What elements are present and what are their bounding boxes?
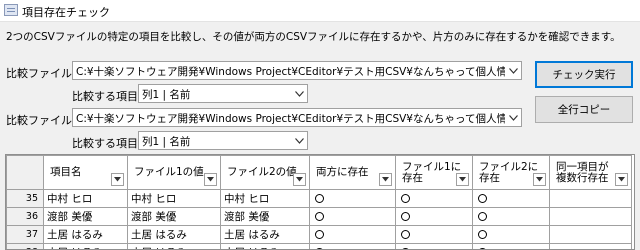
column-header-label: ファイル1に — [402, 160, 462, 173]
column-header-label: 項目名 — [50, 166, 82, 178]
column-header-label: ファイル2に — [479, 160, 539, 173]
filter-dropdown-icon[interactable] — [533, 173, 546, 186]
cell-file1-value: 土居 はるみ — [127, 225, 221, 244]
cell-only1 — [395, 225, 473, 244]
circle-mark-icon — [315, 212, 324, 221]
row-number[interactable]: 35 — [6, 189, 44, 208]
cell-duplicate — [549, 189, 632, 208]
cell-both — [309, 189, 396, 208]
column-header-label: 存在 — [479, 171, 500, 184]
cell-only1 — [395, 243, 473, 249]
cell-only2 — [472, 243, 550, 249]
file2-path-select[interactable]: C:¥十楽ソフトウェア開発¥Windows Project¥CEditor¥テス… — [72, 108, 522, 127]
window-title: 項目存在チェック — [22, 6, 110, 19]
circle-mark-icon — [478, 230, 487, 239]
file1-path-value: C:¥十楽ソフトウェア開発¥Windows Project¥CEditor¥テス… — [76, 66, 522, 78]
check-run-button[interactable]: チェック実行 — [535, 61, 633, 88]
column-header-file2-only[interactable]: ファイル2に 存在 — [472, 155, 550, 190]
column-header-label: ファイル2の値 — [227, 166, 297, 178]
circle-mark-icon — [478, 212, 487, 221]
table-row[interactable]: 38土居 はるみ土居 はるみ土居 はるみ — [6, 243, 632, 249]
file1-item-value: 列1 | 名前 — [142, 89, 191, 101]
file1-path-select[interactable]: C:¥十楽ソフトウェア開発¥Windows Project¥CEditor¥テス… — [72, 61, 522, 80]
table-row[interactable]: 37 土居 はるみ 土居 はるみ 土居 はるみ — [6, 225, 632, 244]
filter-dropdown-icon[interactable] — [615, 173, 628, 186]
column-header-label: ファイル1の値 — [134, 166, 204, 178]
cell-duplicate — [549, 225, 632, 244]
description-text: 2つのCSVファイルの特定の項目を比較し、その値が両方のCSVファイルに存在する… — [6, 31, 621, 43]
cell-item-name: 土居 はるみ — [43, 243, 128, 249]
column-header-duplicate-rows[interactable]: 同一項目が 複数行存在 — [549, 155, 632, 190]
filter-dropdown-icon[interactable] — [204, 173, 217, 186]
column-header-file1-only[interactable]: ファイル1に 存在 — [395, 155, 473, 190]
file2-label: 比較ファイル2 — [6, 114, 79, 127]
corner-header — [6, 155, 44, 190]
file1-label: 比較ファイル1 — [6, 67, 79, 80]
cell-only2 — [472, 207, 550, 226]
header-row: 項目名 ファイル1の値 ファイル2の値 両方に存在 ファイル1に 存在 ファイル2に 存在 同一… — [6, 155, 632, 190]
filter-dropdown-icon[interactable] — [111, 173, 124, 186]
cell-item-name: 中村 ヒロ — [43, 189, 128, 208]
file1-item-label: 比較する項目 — [72, 90, 138, 103]
results-table: 項目名 ファイル1の値 ファイル2の値 両方に存在 ファイル1に 存在 ファイル2に 存在 同一… — [6, 155, 632, 249]
chevron-down-icon[interactable] — [505, 62, 521, 79]
circle-mark-icon — [401, 212, 410, 221]
cell-file1-value: 中村 ヒロ — [127, 189, 221, 208]
chevron-down-icon[interactable] — [291, 132, 307, 149]
circle-mark-icon — [315, 230, 324, 239]
cell-file2-value: 渡部 美優 — [220, 207, 310, 226]
filter-dropdown-icon[interactable] — [456, 173, 469, 186]
app-window-icon — [4, 4, 18, 16]
column-header-both-exist[interactable]: 両方に存在 — [309, 155, 396, 190]
cell-item-name: 土居 はるみ — [43, 225, 128, 244]
table-row[interactable]: 35 中村 ヒロ 中村 ヒロ 中村 ヒロ — [6, 189, 632, 208]
column-header-label: 複数行存在 — [556, 171, 609, 184]
cell-duplicate — [549, 243, 632, 249]
file1-item-select[interactable]: 列1 | 名前 — [138, 84, 308, 103]
cell-only1 — [395, 189, 473, 208]
column-header-file1-value[interactable]: ファイル1の値 — [127, 155, 221, 190]
results-grid[interactable]: 項目名 ファイル1の値 ファイル2の値 両方に存在 ファイル1に 存在 ファイル2に 存在 同一… — [5, 154, 635, 250]
circle-mark-icon — [401, 194, 410, 203]
column-header-label: 両方に存在 — [316, 166, 369, 178]
table-row[interactable]: 36 渡部 美優 渡部 美優 渡部 美優 — [6, 207, 632, 226]
copy-all-button[interactable]: 全行コピー — [535, 96, 633, 123]
chevron-down-icon[interactable] — [291, 85, 307, 102]
cell-file1-value: 土居 はるみ — [127, 243, 221, 249]
file2-path-value: C:¥十楽ソフトウェア開発¥Windows Project¥CEditor¥テス… — [76, 113, 521, 125]
cell-only1 — [395, 207, 473, 226]
cell-file2-value: 土居 はるみ — [220, 243, 310, 249]
cell-item-name: 渡部 美優 — [43, 207, 128, 226]
circle-mark-icon — [315, 194, 324, 203]
cell-only2 — [472, 225, 550, 244]
file2-item-label: 比較する項目 — [72, 137, 138, 150]
cell-both — [309, 207, 396, 226]
row-number[interactable]: 38 — [6, 243, 44, 249]
cell-file2-value: 中村 ヒロ — [220, 189, 310, 208]
row-number[interactable]: 36 — [6, 207, 44, 226]
circle-mark-icon — [401, 230, 410, 239]
filter-dropdown-icon[interactable] — [293, 173, 306, 186]
cell-both — [309, 243, 396, 249]
column-header-file2-value[interactable]: ファイル2の値 — [220, 155, 310, 190]
row-number[interactable]: 37 — [6, 225, 44, 244]
column-header-label: 同一項目が — [556, 160, 609, 173]
column-header-label: 存在 — [402, 171, 423, 184]
title-bar: 項目存在チェック — [0, 0, 640, 22]
cell-file1-value: 渡部 美優 — [127, 207, 221, 226]
cell-file2-value: 土居 はるみ — [220, 225, 310, 244]
cell-duplicate — [549, 207, 632, 226]
filter-dropdown-icon[interactable] — [379, 173, 392, 186]
circle-mark-icon — [478, 194, 487, 203]
column-header-item-name[interactable]: 項目名 — [43, 155, 128, 190]
file2-item-value: 列1 | 名前 — [142, 136, 191, 148]
file2-item-select[interactable]: 列1 | 名前 — [138, 131, 308, 150]
chevron-down-icon[interactable] — [505, 109, 521, 126]
cell-both — [309, 225, 396, 244]
cell-only2 — [472, 189, 550, 208]
